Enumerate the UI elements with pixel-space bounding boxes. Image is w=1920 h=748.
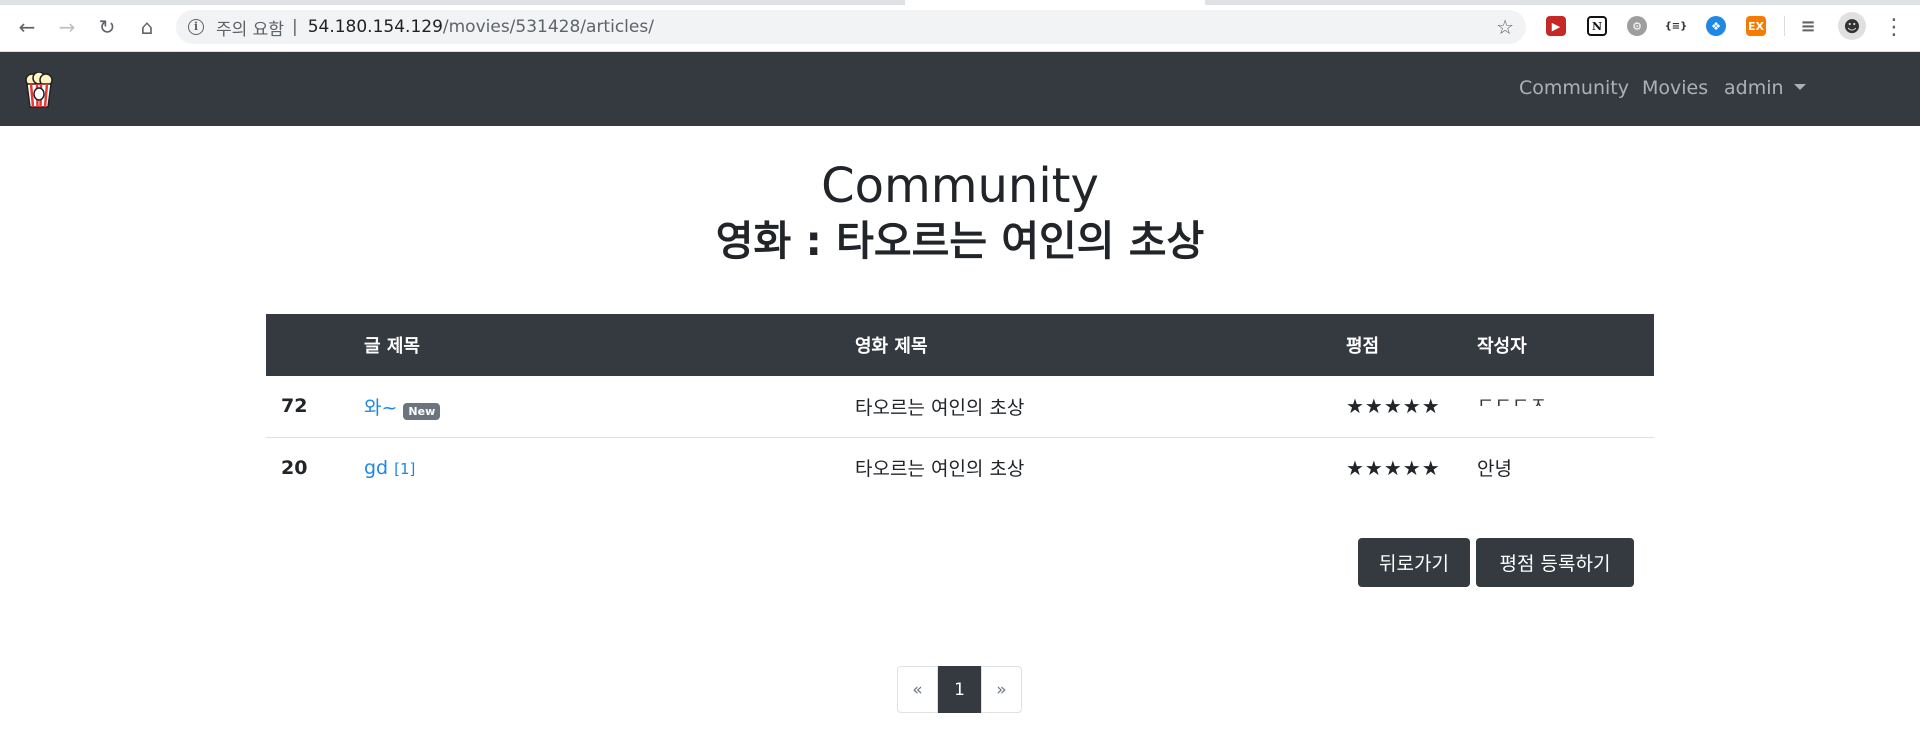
rating-stars: ★★★★★	[1346, 376, 1477, 438]
article-title-link[interactable]: gd	[364, 457, 388, 479]
home-icon[interactable]: ⌂	[133, 13, 161, 41]
page-next-button[interactable]: »	[981, 666, 1022, 713]
security-warning: 주의 요함	[216, 19, 284, 40]
media-queue-icon[interactable]: ≡	[1798, 16, 1818, 37]
url-path: /movies/531428/articles/	[442, 17, 654, 37]
article-title-link[interactable]: 와~	[364, 397, 397, 419]
stars-text: ★★★★★	[1346, 394, 1441, 419]
tab-strip	[0, 0, 1920, 5]
new-badge: New	[403, 402, 441, 420]
bookmark-star-icon[interactable]: ☆	[1496, 15, 1514, 39]
article-num: 20	[281, 456, 308, 479]
author-cell: ㄷㄷㄷㅈ	[1477, 376, 1654, 438]
gear-ext-icon[interactable]: ⚙	[1627, 16, 1647, 36]
json-ext-icon[interactable]: {≡}	[1665, 16, 1687, 36]
author-name: ㄷㄷㄷㅈ	[1477, 393, 1547, 406]
address-bar[interactable]: i 주의 요함 | 54.180.154.129/movies/531428/a…	[176, 10, 1526, 44]
pagination: « 1 »	[897, 666, 1022, 713]
back-button[interactable]: 뒤로가기	[1358, 538, 1470, 587]
page-prev-button[interactable]: «	[897, 666, 938, 713]
comment-count: [1]	[394, 459, 416, 478]
rating-stars: ★★★★★	[1346, 437, 1477, 498]
globe-ext-icon[interactable]: ❖	[1706, 16, 1726, 36]
back-arrow-icon[interactable]: ←	[13, 13, 41, 41]
profile-avatar[interactable]: ☻	[1838, 12, 1866, 40]
movie-title: 타오르는 여인의 초상	[855, 376, 1346, 438]
info-icon[interactable]: i	[188, 19, 204, 35]
articles-table: 글 제목 영화 제목 평점 작성자 72 와~ New 타오르는 여인의 초상 ★…	[266, 314, 1654, 498]
table-row: 20 gd [1] 타오르는 여인의 초상 ★★★★★ 안녕	[266, 437, 1654, 498]
notion-icon[interactable]: N	[1587, 16, 1607, 36]
forward-arrow-icon[interactable]: →	[53, 13, 81, 41]
header-title: 글 제목	[364, 314, 855, 376]
page-title: Community	[821, 158, 1099, 214]
nav-user-dropdown[interactable]: admin	[1724, 77, 1806, 99]
header-num	[266, 314, 364, 376]
video-ext-icon[interactable]: ▶	[1546, 16, 1566, 36]
caret-down-icon	[1793, 84, 1806, 90]
article-num: 72	[266, 376, 364, 438]
browser-toolbar: ← → ↻ ⌂ i 주의 요함 | 54.180.154.129/movies/…	[0, 0, 1920, 52]
kebab-menu-icon[interactable]: ⋮	[1880, 13, 1908, 41]
stars-text: ★★★★★	[1346, 455, 1441, 480]
author-name: 안녕	[1477, 458, 1512, 481]
table-row: 72 와~ New 타오르는 여인의 초상 ★★★★★ ㄷㄷㄷㅈ	[266, 376, 1654, 438]
popcorn-logo-icon[interactable]	[24, 72, 54, 108]
active-tab-edge[interactable]	[905, 0, 1205, 5]
ex-ext-icon[interactable]: EX	[1746, 16, 1766, 36]
address-separator: |	[291, 17, 298, 37]
article-title-cell: 와~ New	[364, 376, 855, 438]
site-navbar: Community Movies admin	[0, 52, 1920, 126]
header-rating: 평점	[1346, 314, 1477, 376]
header-movie: 영화 제목	[855, 314, 1346, 376]
table-header-row: 글 제목 영화 제목 평점 작성자	[266, 314, 1654, 376]
article-title-cell: gd [1]	[364, 437, 855, 498]
nav-movies-link[interactable]: Movies	[1642, 77, 1708, 99]
url-host: 54.180.154.129	[307, 17, 443, 37]
page-subtitle: 영화 : 타오르는 여인의 초상	[715, 217, 1205, 265]
movie-title: 타오르는 여인의 초상	[855, 458, 1025, 481]
reload-icon[interactable]: ↻	[93, 13, 121, 41]
nav-community-link[interactable]: Community	[1519, 77, 1629, 99]
write-review-button[interactable]: 평점 등록하기	[1476, 538, 1634, 587]
page-current-button[interactable]: 1	[938, 666, 981, 713]
user-name: admin	[1724, 77, 1784, 99]
toolbar-divider	[1784, 16, 1785, 36]
header-author: 작성자	[1477, 314, 1654, 376]
